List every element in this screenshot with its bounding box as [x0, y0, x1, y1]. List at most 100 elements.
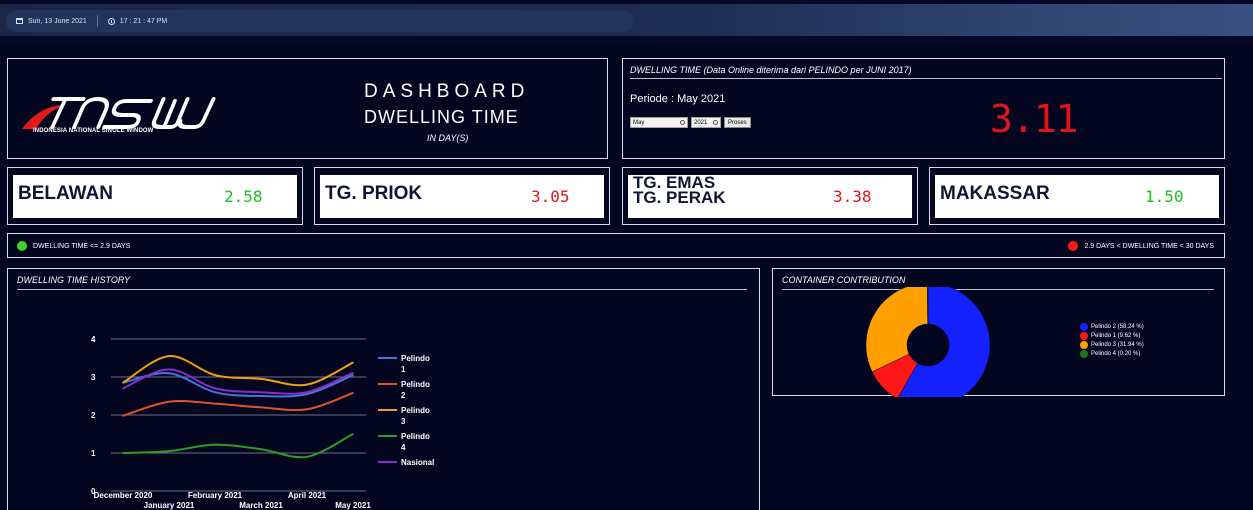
port-value: 3.38: [833, 187, 872, 206]
month-value: May: [633, 119, 645, 126]
calendar-icon: [16, 18, 23, 24]
top-bar: Sun, 13 June 2021 17 : 21 : 47 PM: [0, 0, 1253, 46]
data-point: [214, 391, 216, 393]
data-point: [306, 393, 308, 395]
legend-swatch: [1080, 331, 1088, 340]
port-name: MAKASSAR: [940, 183, 1050, 204]
legend-bad-label: 2.9 DAYS < DWELLING TIME < 30 DAYS: [1084, 242, 1214, 250]
legend-label: Pelindo: [401, 380, 430, 389]
data-point: [122, 387, 124, 390]
pie-slice: [865, 287, 928, 373]
legend-item: Pelindo 3 (31.94 %): [1080, 340, 1144, 349]
data-point: [306, 383, 308, 386]
data-point: [260, 448, 262, 450]
legend-label: Pelindo: [401, 354, 430, 363]
legend-label: Pelindo: [401, 406, 430, 415]
legend-swatch: [1080, 322, 1088, 331]
port-card-belawan: BELAWAN 2.58: [7, 167, 303, 225]
logo-subtitle: INDONESIA NATIONAL SINGLE WINDOW: [33, 128, 154, 134]
port-value: 1.50: [1145, 187, 1184, 206]
data-point: [168, 400, 170, 403]
series-line-pelindo-2: [122, 392, 354, 417]
x-tick-label: December 2020: [94, 491, 153, 500]
history-panel: DWELLING TIME HISTORY 0 1 2 3 4 December 2020…: [7, 268, 760, 510]
y-tick-label: 4: [91, 335, 96, 344]
dashboard-title: DASHBOARD: [364, 81, 530, 102]
port-value: 2.58: [224, 187, 263, 206]
red-dot-icon: [1068, 241, 1079, 251]
y-tick-label: 3: [91, 373, 96, 382]
contribution-title: CONTAINER CONTRIBUTION: [782, 275, 906, 285]
port-card-tg-emas-perak: TG. EMAS TG. PERAK 3.38: [622, 167, 918, 225]
green-dot-icon: [17, 241, 27, 251]
data-point: [260, 406, 262, 409]
data-point: [306, 408, 308, 411]
dashboard-header-panel: INDONESIA NATIONAL SINGLE WINDOW DASHBOA…: [7, 58, 608, 159]
contribution-panel: CONTAINER CONTRIBUTION Pelindo 2 (58.24 …: [772, 268, 1225, 397]
chevron-down-icon: [713, 120, 718, 125]
data-point: [214, 443, 216, 446]
date-display: Sun, 13 June 2021: [6, 10, 97, 32]
period-controls: May 2021 Proses: [630, 117, 751, 128]
legend-good-label: DWELLING TIME <= 2.9 DAYS: [33, 242, 131, 250]
legend-label: 4: [401, 443, 406, 452]
port-card-body: BELAWAN 2.58: [13, 175, 297, 218]
data-point: [122, 381, 124, 384]
data-point: [352, 361, 354, 364]
data-point: [260, 395, 262, 397]
x-tick-label: March 2021: [239, 501, 283, 510]
year-select[interactable]: 2021: [691, 117, 721, 128]
port-card-tg-priok: TG. PRIOK 3.05: [314, 167, 610, 225]
series-line-pelindo-3: [122, 355, 354, 387]
process-button[interactable]: Proses: [724, 117, 751, 128]
legend-swatch: [1080, 349, 1088, 358]
port-card-body: TG. PRIOK 3.05: [320, 175, 604, 218]
dashboard-subtitle: DWELLING TIME: [364, 107, 519, 127]
x-tick-label: May 2021: [335, 501, 371, 510]
legend-swatch: [1080, 340, 1088, 349]
date-text: Sun, 13 June 2021: [28, 17, 87, 25]
threshold-legend: DWELLING TIME <= 2.9 DAYS 2.9 DAYS < DWE…: [7, 233, 1225, 258]
legend-good: DWELLING TIME <= 2.9 DAYS: [17, 241, 130, 251]
y-tick-label: 2: [91, 411, 96, 420]
data-point: [352, 374, 354, 376]
port-value: 3.05: [531, 187, 570, 206]
data-point: [352, 392, 354, 394]
legend-item: Pelindo 1 (9.62 %): [1080, 331, 1144, 340]
dashboard-unit: IN DAY(S): [427, 133, 469, 143]
port-card-body: MAKASSAR 1.50: [935, 175, 1219, 218]
national-dwelling-value: 3.11: [990, 97, 1079, 141]
period-label: Periode : May 2021: [630, 93, 726, 105]
x-tick-label: January 2021: [144, 501, 195, 510]
x-tick-label: April 2021: [288, 491, 327, 500]
data-point: [306, 456, 308, 458]
legend-label: Pelindo 1 (9.62 %): [1091, 332, 1141, 339]
datetime-pill: Sun, 13 June 2021 17 : 21 : 47 PM: [6, 10, 634, 32]
legend-item: Pelindo 2 (58.24 %): [1080, 322, 1144, 331]
data-point: [260, 378, 262, 380]
dwelling-summary-panel: DWELLING TIME (Data Online diterima dari…: [622, 58, 1225, 159]
legend-label: 2: [401, 391, 406, 400]
data-point: [260, 391, 262, 393]
series-line-pelindo-4: [122, 433, 354, 459]
month-select[interactable]: May: [630, 117, 688, 128]
legend-label: 3: [401, 417, 406, 426]
data-point: [168, 372, 170, 374]
data-point: [352, 372, 354, 374]
time-text: 17 : 21 : 47 PM: [119, 17, 168, 25]
contribution-legend: Pelindo 2 (58.24 %) Pelindo 1 (9.62 %) Pel…: [1080, 322, 1144, 358]
legend-label: 1: [401, 365, 406, 374]
clock-icon: [107, 17, 115, 25]
contribution-donut-chart: [865, 287, 991, 397]
data-point: [122, 414, 124, 417]
legend-bad: 2.9 DAYS < DWELLING TIME < 30 DAYS: [1068, 241, 1214, 251]
chevron-down-icon: [680, 120, 685, 125]
data-point: [214, 387, 216, 390]
series-line-pelindo-1: [122, 372, 354, 398]
port-name: TG. PRIOK: [325, 183, 423, 204]
legend-label: Pelindo 2 (58.24 %): [1091, 323, 1144, 330]
year-value: 2021: [694, 119, 708, 126]
x-tick-label: February 2021: [188, 491, 243, 500]
data-point: [168, 355, 170, 357]
data-point: [168, 368, 170, 371]
